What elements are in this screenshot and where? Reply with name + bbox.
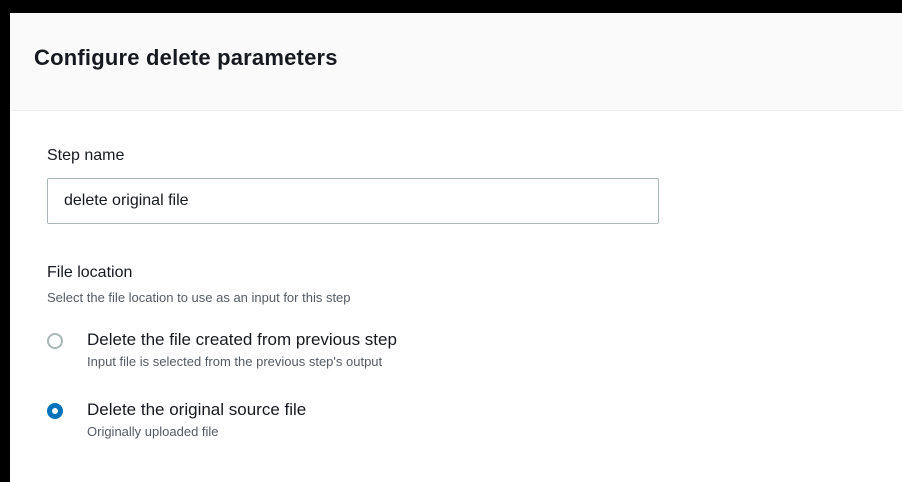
radio-button-checked[interactable] [47, 403, 63, 419]
panel-header: Configure delete parameters [10, 13, 902, 111]
radio-button-unchecked[interactable] [47, 333, 63, 349]
configure-delete-panel: Configure delete parameters Step name Fi… [10, 13, 902, 482]
file-location-label: File location [47, 264, 133, 281]
radio-option-title: Delete the original source file [87, 400, 307, 419]
step-name-label: Step name [47, 147, 125, 164]
radio-option-description: Input file is selected from the previous… [87, 354, 383, 369]
radio-option-previous-step[interactable]: Delete the file created from previous st… [47, 328, 397, 372]
radio-option-description: Originally uploaded file [87, 424, 219, 439]
panel-title: Configure delete parameters [34, 44, 338, 70]
radio-option-original-source[interactable]: Delete the original source file Original… [47, 398, 306, 442]
step-name-input[interactable] [47, 178, 659, 224]
radio-option-title: Delete the file created from previous st… [87, 330, 397, 349]
file-location-description: Select the file location to use as an in… [47, 290, 351, 305]
